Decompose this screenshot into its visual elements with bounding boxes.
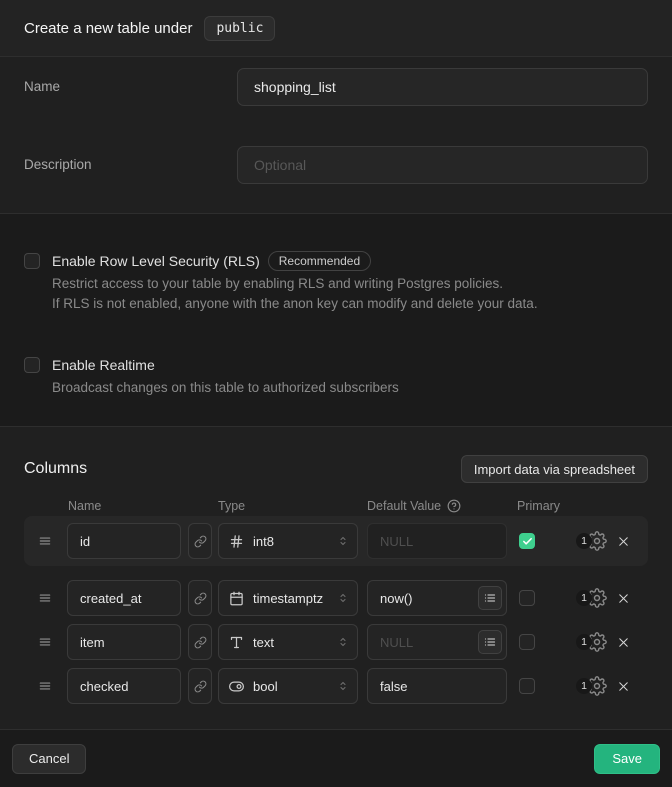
- remove-column-icon[interactable]: [616, 635, 631, 650]
- save-button[interactable]: Save: [594, 744, 660, 774]
- description-label: Description: [24, 146, 237, 184]
- chevron-up-down-icon: [337, 592, 349, 604]
- primary-key-checkbox[interactable]: [519, 590, 535, 606]
- column-type-select[interactable]: timestamptz: [218, 580, 358, 616]
- import-spreadsheet-button[interactable]: Import data via spreadsheet: [461, 455, 648, 483]
- chevron-up-down-icon: [337, 636, 349, 648]
- realtime-checkbox[interactable]: [24, 357, 40, 373]
- remove-column-icon[interactable]: [616, 591, 631, 606]
- table-details-section: Name Description: [0, 57, 672, 214]
- dialog-footer: Cancel Save: [0, 729, 672, 787]
- settings-count-badge: 1: [576, 533, 592, 549]
- create-table-dialog: Create a new table under public Name Des…: [0, 0, 672, 787]
- realtime-row: Enable Realtime Broadcast changes on thi…: [24, 355, 648, 398]
- settings-count-badge: 1: [576, 678, 592, 694]
- column-type-select[interactable]: bool: [218, 668, 358, 704]
- columns-title: Columns: [24, 460, 87, 478]
- rls-checkbox[interactable]: [24, 253, 40, 269]
- foreign-key-link-icon[interactable]: [188, 523, 212, 559]
- drag-handle-icon[interactable]: [38, 635, 52, 649]
- drag-handle-icon[interactable]: [38, 534, 52, 548]
- drag-handle-icon[interactable]: [38, 679, 52, 693]
- column-name-input[interactable]: [67, 580, 181, 616]
- column-settings-button[interactable]: 1: [576, 531, 607, 551]
- realtime-description: Broadcast changes on this table to autho…: [52, 378, 399, 398]
- dialog-header: Create a new table under public: [0, 0, 672, 57]
- column-row-checked: bool 1: [0, 668, 672, 704]
- schema-badge: public: [204, 16, 275, 41]
- column-default-input: [367, 523, 507, 559]
- calendar-icon: [229, 591, 244, 606]
- default-value-picker-icon[interactable]: [478, 586, 502, 610]
- column-default-input[interactable]: [367, 668, 507, 704]
- cancel-button[interactable]: Cancel: [12, 744, 86, 774]
- rls-label: Enable Row Level Security (RLS): [52, 251, 260, 271]
- help-circle-icon[interactable]: [447, 499, 461, 513]
- name-label: Name: [24, 68, 237, 106]
- primary-key-checkbox[interactable]: [519, 678, 535, 694]
- chevron-up-down-icon: [337, 535, 349, 547]
- default-value-picker-icon[interactable]: [478, 630, 502, 654]
- rls-description-line1: Restrict access to your table by enablin…: [52, 274, 538, 294]
- settings-count-badge: 1: [576, 634, 592, 650]
- column-type-value: int8: [253, 534, 274, 549]
- column-settings-button[interactable]: 1: [576, 588, 607, 608]
- recommended-badge: Recommended: [268, 251, 371, 271]
- columns-grid-header: Name Type Default Value Primary: [0, 499, 672, 513]
- foreign-key-link-icon[interactable]: [188, 624, 212, 660]
- column-type-select[interactable]: int8: [218, 523, 358, 559]
- drag-handle-icon[interactable]: [38, 591, 52, 605]
- primary-key-checkbox[interactable]: [519, 533, 535, 549]
- rls-row: Enable Row Level Security (RLS) Recommen…: [24, 251, 648, 314]
- column-type-value: timestamptz: [253, 591, 323, 606]
- column-type-select[interactable]: text: [218, 624, 358, 660]
- primary-key-row-container: int8 1: [24, 516, 648, 566]
- column-name-input[interactable]: [67, 523, 181, 559]
- dialog-title: Create a new table under: [24, 20, 192, 37]
- column-name-input[interactable]: [67, 624, 181, 660]
- column-settings-button[interactable]: 1: [576, 632, 607, 652]
- rls-description-line2: If RLS is not enabled, anyone with the a…: [52, 294, 538, 314]
- primary-key-checkbox[interactable]: [519, 634, 535, 650]
- column-settings-button[interactable]: 1: [576, 676, 607, 696]
- table-name-input[interactable]: [237, 68, 648, 106]
- column-row-item: text 1: [0, 624, 672, 660]
- header-name: Name: [68, 499, 218, 513]
- table-description-input[interactable]: [237, 146, 648, 184]
- header-default-value: Default Value: [367, 499, 441, 513]
- remove-column-icon[interactable]: [616, 534, 631, 549]
- foreign-key-link-icon[interactable]: [188, 668, 212, 704]
- column-type-value: bool: [253, 679, 278, 694]
- chevron-up-down-icon: [337, 680, 349, 692]
- column-row-id: int8 1: [24, 523, 648, 559]
- foreign-key-link-icon[interactable]: [188, 580, 212, 616]
- name-field-row: Name: [24, 68, 648, 106]
- description-field-row: Description: [24, 146, 648, 184]
- settings-count-badge: 1: [576, 590, 592, 606]
- realtime-label: Enable Realtime: [52, 355, 155, 375]
- header-type: Type: [218, 499, 367, 513]
- security-section: Enable Row Level Security (RLS) Recommen…: [0, 214, 672, 427]
- columns-section: Columns Import data via spreadsheet Name…: [0, 427, 672, 729]
- column-name-input[interactable]: [67, 668, 181, 704]
- text-icon: [229, 635, 244, 650]
- column-type-value: text: [253, 635, 274, 650]
- toggle-icon: [229, 679, 244, 694]
- hash-icon: [229, 534, 244, 549]
- remove-column-icon[interactable]: [616, 679, 631, 694]
- header-primary: Primary: [517, 499, 560, 513]
- column-row-created-at: timestamptz 1: [0, 580, 672, 616]
